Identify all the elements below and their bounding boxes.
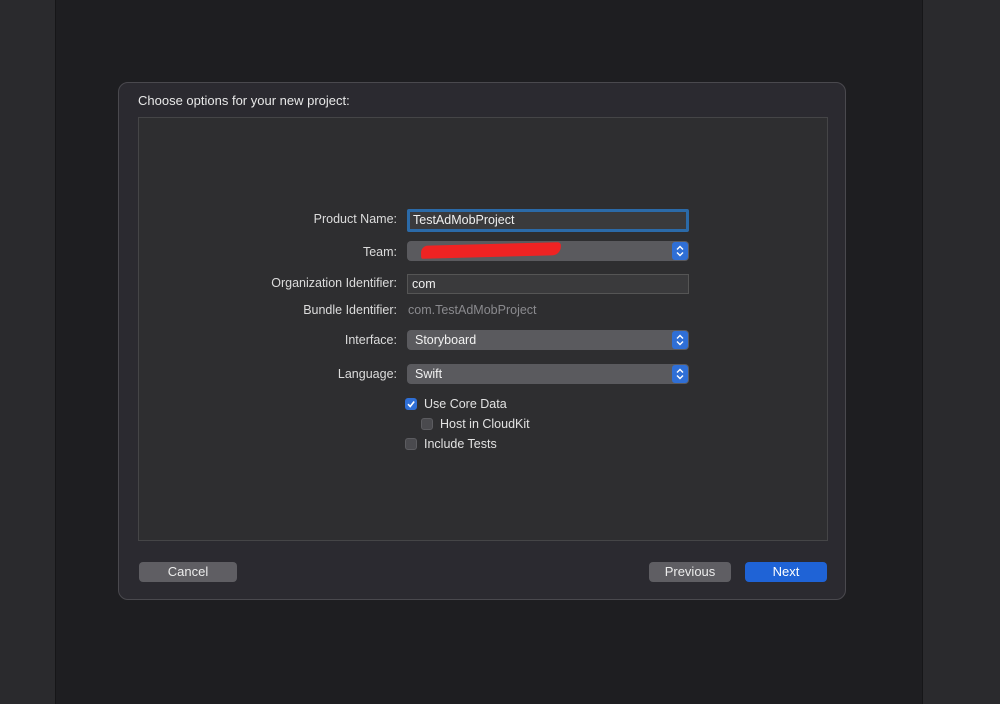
bundle-identifier-label: Bundle Identifier:: [303, 303, 397, 317]
team-label: Team:: [362, 245, 397, 259]
product-name-label: Product Name:: [313, 212, 397, 226]
include-tests-label: Include Tests: [424, 437, 497, 451]
team-popup[interactable]: [407, 241, 689, 261]
interface-chevron-updown-icon[interactable]: [672, 331, 688, 349]
checkmark-icon: [407, 401, 415, 408]
right-sidebar-edge: [922, 0, 1000, 704]
new-project-options-sheet: Choose options for your new project: Pro…: [118, 82, 846, 600]
previous-button[interactable]: Previous: [649, 562, 731, 582]
include-tests-checkbox[interactable]: [405, 438, 417, 450]
next-button[interactable]: Next: [745, 562, 827, 582]
language-popup[interactable]: Swift: [407, 364, 689, 384]
include-tests-option[interactable]: Include Tests: [405, 437, 497, 451]
language-value: Swift: [415, 367, 443, 381]
use-core-data-checkbox[interactable]: [405, 398, 417, 410]
redaction-mark: [420, 242, 562, 259]
interface-label: Interface:: [344, 333, 397, 347]
sheet-title: Choose options for your new project:: [138, 93, 350, 108]
use-core-data-label: Use Core Data: [424, 397, 507, 411]
organization-identifier-label: Organization Identifier:: [271, 276, 397, 290]
interface-popup[interactable]: Storyboard: [407, 330, 689, 350]
language-label: Language:: [337, 367, 397, 381]
bundle-identifier-value: com.TestAdMobProject: [408, 303, 537, 317]
host-in-cloudkit-checkbox[interactable]: [421, 418, 433, 430]
interface-value: Storyboard: [415, 333, 477, 347]
cancel-button[interactable]: Cancel: [139, 562, 237, 582]
use-core-data-option[interactable]: Use Core Data: [405, 397, 507, 411]
organization-identifier-field[interactable]: com: [407, 274, 689, 294]
language-chevron-updown-icon[interactable]: [672, 365, 688, 383]
host-in-cloudkit-option[interactable]: Host in CloudKit: [421, 417, 530, 431]
left-sidebar-edge: [0, 0, 56, 704]
team-chevron-updown-icon[interactable]: [672, 242, 688, 260]
host-in-cloudkit-label: Host in CloudKit: [440, 417, 530, 431]
options-panel: Product Name: TestAdMobProject Team: Org…: [138, 117, 828, 541]
product-name-field[interactable]: TestAdMobProject: [407, 209, 689, 232]
